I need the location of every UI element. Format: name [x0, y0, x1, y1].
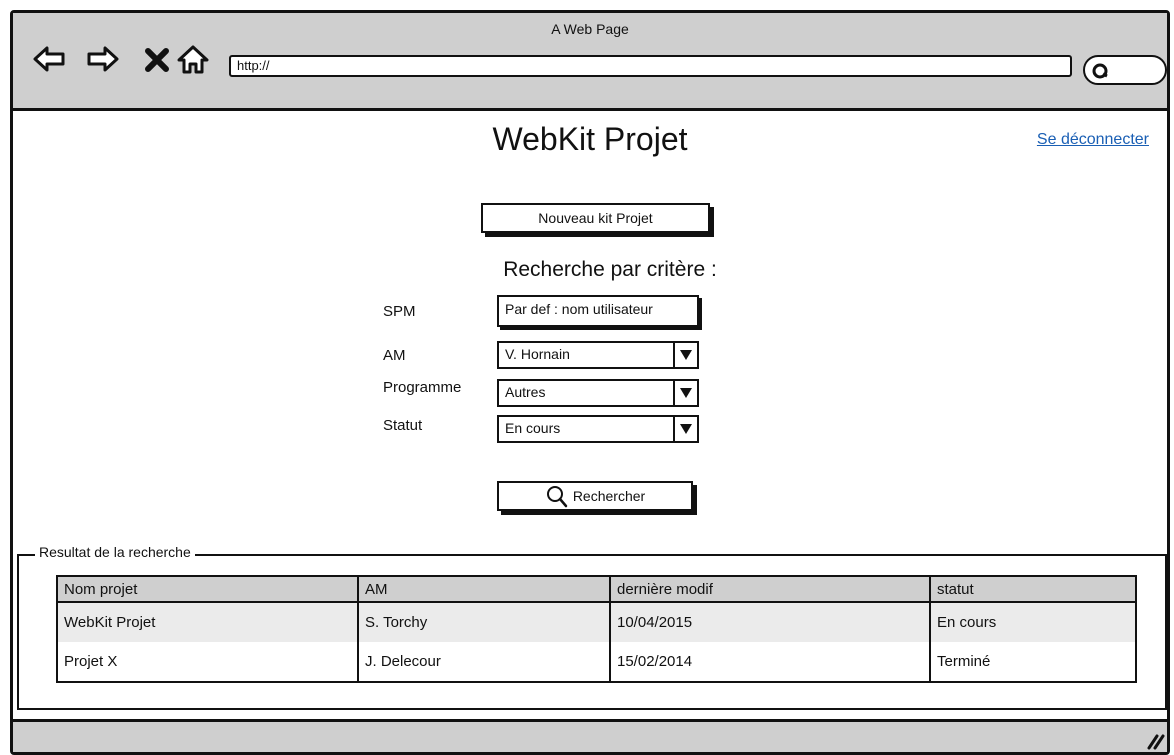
magnifier-icon — [546, 486, 568, 508]
column-header[interactable]: dernière modif — [609, 576, 930, 603]
statut-select[interactable]: En cours — [497, 415, 699, 443]
browser-search-field[interactable] — [1083, 55, 1167, 85]
table-row[interactable]: Projet X J. Delecour 15/02/2014 Terminé — [57, 642, 1136, 682]
table-cell: WebKit Projet — [57, 602, 358, 642]
column-header[interactable]: statut — [929, 576, 1136, 603]
page-title: WebKit Projet — [492, 121, 688, 157]
search-button[interactable]: Rechercher — [497, 481, 693, 511]
window-title: A Web Page — [551, 21, 629, 37]
table-row[interactable]: WebKit Projet S. Torchy 10/04/2015 En co… — [57, 602, 1136, 642]
status-bar — [13, 719, 1167, 752]
close-icon[interactable] — [139, 41, 175, 77]
programme-label: Programme — [383, 379, 462, 396]
url-input[interactable]: http:// — [229, 55, 1072, 77]
home-icon[interactable] — [175, 41, 211, 77]
am-label: AM — [383, 347, 406, 364]
search-button-label: Rechercher — [572, 488, 646, 504]
table-cell: Projet X — [64, 653, 118, 670]
statut-select-value: En cours — [505, 420, 561, 436]
dropdown-arrow-icon[interactable] — [673, 417, 697, 441]
table-header-row: Nom projet AM dernière modif statut — [57, 576, 1136, 603]
table-cell: Terminé — [929, 642, 1136, 682]
am-select-value: V. Hornain — [505, 346, 570, 362]
table-cell: 15/02/2014 — [609, 642, 930, 682]
search-criteria-heading: Recherche par critère : — [503, 258, 717, 281]
programme-select-value: Autres — [505, 384, 546, 400]
back-arrow-icon[interactable] — [31, 41, 67, 77]
browser-window: A Web Page http:// WebKit Projet Se déco… — [10, 10, 1170, 755]
dropdown-arrow-icon[interactable] — [673, 343, 697, 367]
column-header[interactable]: AM — [357, 576, 610, 603]
logout-link[interactable]: Se déconnecter — [1037, 131, 1149, 149]
spm-label: SPM — [383, 303, 416, 320]
new-kit-button[interactable]: Nouveau kit Projet — [481, 203, 710, 233]
programme-select[interactable]: Autres — [497, 379, 699, 407]
table-cell: 10/04/2015 — [609, 602, 930, 642]
table-cell: J. Delecour — [357, 642, 610, 682]
am-select[interactable]: V. Hornain — [497, 341, 699, 369]
search-icon — [1092, 63, 1108, 79]
table-cell: S. Torchy — [357, 602, 610, 642]
spm-input[interactable]: Par def : nom utilisateur — [497, 295, 699, 327]
forward-arrow-icon[interactable] — [85, 41, 121, 77]
browser-chrome: A Web Page http:// — [13, 13, 1167, 111]
results-table: Nom projet AM dernière modif statut WebK… — [56, 575, 1137, 683]
dropdown-arrow-icon[interactable] — [673, 381, 697, 405]
column-header[interactable]: Nom projet — [57, 576, 358, 603]
resize-grip-icon[interactable] — [1143, 728, 1165, 750]
table-cell: En cours — [929, 602, 1136, 642]
statut-label: Statut — [383, 417, 423, 434]
results-legend: Resultat de la recherche — [35, 544, 195, 560]
